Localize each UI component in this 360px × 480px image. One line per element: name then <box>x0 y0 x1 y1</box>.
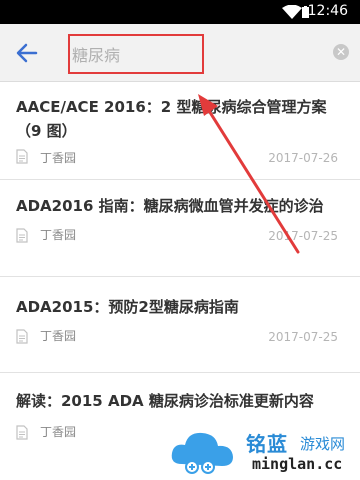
item-title: AACE/ACE 2016：2 型糖尿病综合管理方案（9 图） <box>16 98 327 140</box>
watermark-domain: minglan.cc <box>252 455 343 473</box>
clear-search-icon[interactable]: ✕ <box>333 44 349 60</box>
item-date: 2017-07-26 <box>268 151 338 165</box>
wifi-icon <box>282 5 302 19</box>
document-icon <box>16 329 28 344</box>
cloud-logo-icon <box>171 432 233 474</box>
item-source: 丁香园 <box>40 425 77 439</box>
item-date: 2017-07-25 <box>268 229 338 243</box>
document-icon <box>16 425 28 440</box>
item-title: ADA2015：预防2型糖尿病指南 <box>16 298 239 316</box>
status-time: 12:46 <box>307 3 348 19</box>
watermark-sub: 游戏网 <box>300 435 346 453</box>
list-item[interactable]: ADA2015：预防2型糖尿病指南 丁香园 2017-07-25 <box>0 277 360 373</box>
search-input[interactable]: 糖尿病 <box>72 42 120 66</box>
list-item[interactable]: AACE/ACE 2016：2 型糖尿病综合管理方案（9 图） 丁香园 2017… <box>0 83 360 180</box>
watermark: 铭蓝 游戏网 minglan.cc <box>168 420 360 480</box>
item-title: ADA2016 指南：糖尿病微血管并发症的诊治 <box>16 197 324 215</box>
document-icon <box>16 149 28 164</box>
list-item[interactable]: ADA2016 指南：糖尿病微血管并发症的诊治 丁香园 2017-07-25 <box>0 180 360 277</box>
item-title: 解读：2015 ADA 糖尿病诊治标准更新内容 <box>16 392 314 410</box>
item-source: 丁香园 <box>40 151 77 165</box>
status-bar: 12:46 <box>0 0 360 24</box>
search-toolbar: 糖尿病 ✕ <box>0 24 360 82</box>
item-source: 丁香园 <box>40 228 77 242</box>
item-date: 2017-07-25 <box>268 330 338 344</box>
watermark-brand: 铭蓝 <box>246 432 288 456</box>
back-arrow-icon[interactable] <box>14 41 40 65</box>
document-icon <box>16 228 28 243</box>
item-source: 丁香园 <box>40 329 77 343</box>
